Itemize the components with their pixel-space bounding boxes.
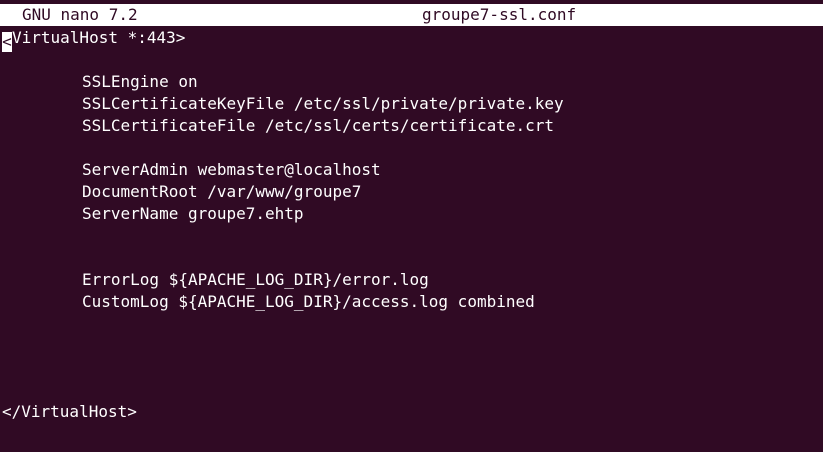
editor-line-text: VirtualHost *:443> [12,28,186,47]
editor-line-3[interactable]: SSLEngine on [2,71,821,93]
editor-line-12[interactable]: ErrorLog ${APACHE_LOG_DIR}/error.log [2,269,821,291]
editor-line-16[interactable] [2,357,821,379]
editor-line-13[interactable]: CustomLog ${APACHE_LOG_DIR}/access.log c… [2,291,821,313]
editor-text-area[interactable]: <VirtualHost *:443> SSLEngine on SSLCert… [2,27,821,423]
editor-line-2[interactable] [2,49,821,71]
editor-line-18[interactable]: </VirtualHost> [2,401,821,423]
terminal-window[interactable]: GNU nano 7.2 groupe7-ssl.conf <VirtualHo… [0,0,823,452]
file-name-label: groupe7-ssl.conf [422,5,577,24]
nano-title-bar: GNU nano 7.2 groupe7-ssl.conf [0,4,823,26]
editor-line-17[interactable] [2,379,821,401]
nano-version-label: GNU nano 7.2 [22,5,138,24]
editor-line-6[interactable] [2,137,821,159]
editor-line-14[interactable] [2,313,821,335]
text-cursor: < [2,32,12,52]
editor-line-7[interactable]: ServerAdmin webmaster@localhost [2,159,821,181]
editor-line-8[interactable]: DocumentRoot /var/www/groupe7 [2,181,821,203]
editor-line-11[interactable] [2,247,821,269]
editor-line-9[interactable]: ServerName groupe7.ehtp [2,203,821,225]
editor-line-4[interactable]: SSLCertificateKeyFile /etc/ssl/private/p… [2,93,821,115]
editor-line-5[interactable]: SSLCertificateFile /etc/ssl/certs/certif… [2,115,821,137]
editor-line-15[interactable] [2,335,821,357]
editor-line-1[interactable]: <VirtualHost *:443> [2,27,821,52]
editor-line-10[interactable] [2,225,821,247]
